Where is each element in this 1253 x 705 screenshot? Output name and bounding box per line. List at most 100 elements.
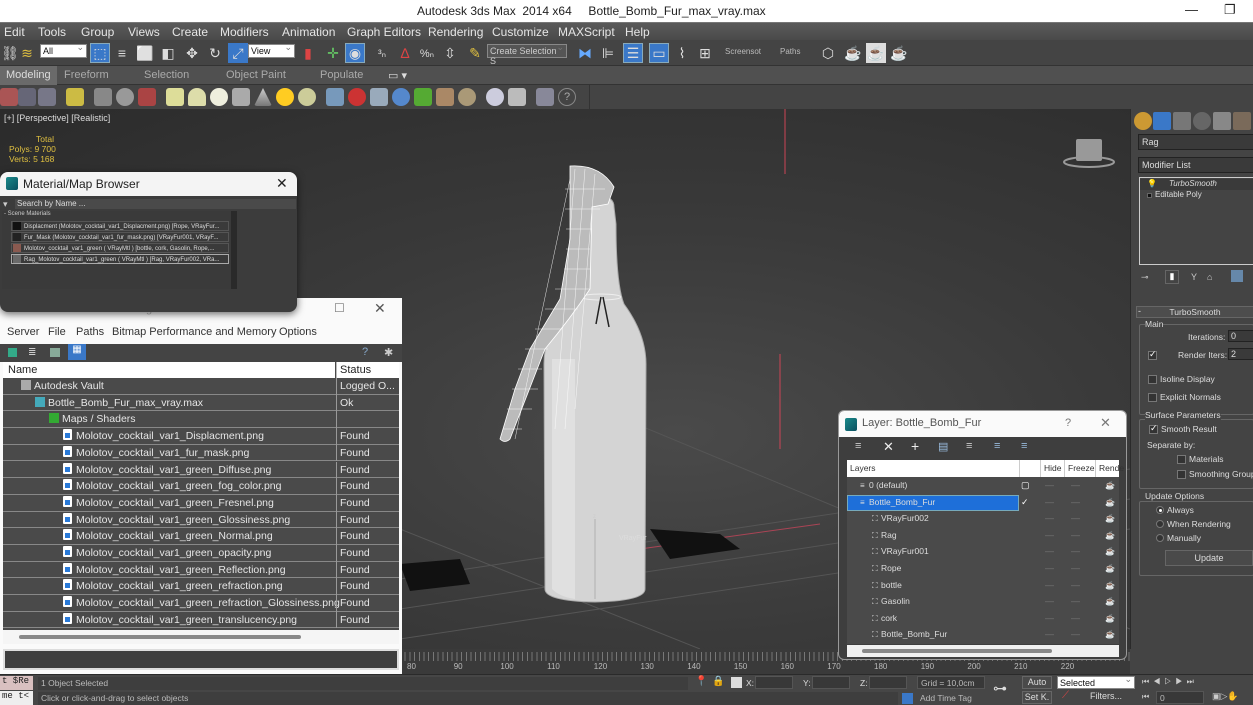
menu-paths[interactable]: Paths bbox=[76, 326, 104, 338]
object-name-field[interactable]: Rag bbox=[1138, 134, 1253, 150]
ornatrix-icon[interactable] bbox=[458, 88, 476, 106]
asset-row[interactable]: Molotov_cocktail_var1_green_Diffuse.png F… bbox=[3, 461, 399, 479]
pivot-icon[interactable]: ▮ bbox=[298, 43, 318, 63]
absolute-mode-icon[interactable] bbox=[731, 677, 742, 688]
camera-icon[interactable] bbox=[94, 88, 112, 106]
iterations-input[interactable]: 0 bbox=[1228, 330, 1253, 342]
renderable-icon[interactable]: ☕ bbox=[1105, 528, 1115, 543]
set-key-button[interactable]: Set K. bbox=[1022, 691, 1052, 704]
curve-editor-icon[interactable]: ⌇ bbox=[672, 43, 692, 63]
radio-always[interactable] bbox=[1156, 506, 1164, 514]
layer-manager-icon[interactable]: ☰ bbox=[623, 43, 643, 63]
grass-icon[interactable] bbox=[414, 88, 432, 106]
layer-row[interactable]: ⛶ Rope — — ☕ bbox=[847, 561, 1119, 578]
highlight-layer-icon[interactable]: ≡ bbox=[966, 440, 972, 452]
isoline-display-checkbox[interactable] bbox=[1148, 375, 1157, 384]
add-time-tag[interactable]: Add Time Tag bbox=[917, 692, 985, 705]
table-icon[interactable] bbox=[508, 88, 526, 106]
column-freeze[interactable]: Freeze bbox=[1064, 460, 1094, 477]
sphere-env-icon[interactable] bbox=[116, 88, 134, 106]
material-item[interactable]: Displacment (Molotov_cocktail_var1_Displ… bbox=[11, 221, 229, 231]
vray-sphere-icon[interactable] bbox=[392, 88, 410, 106]
render-setup-icon[interactable]: ☕ bbox=[843, 43, 863, 63]
hide-toggle[interactable]: — bbox=[1045, 528, 1054, 543]
dome-icon[interactable] bbox=[188, 88, 206, 106]
scrollbar-thumb[interactable] bbox=[19, 635, 301, 639]
freeze-toggle[interactable]: — bbox=[1071, 594, 1080, 609]
asset-row[interactable]: Molotov_cocktail_var1_green_refraction.p… bbox=[3, 578, 399, 596]
hide-toggle[interactable]: — bbox=[1045, 544, 1054, 559]
menu-file[interactable]: File bbox=[48, 326, 66, 338]
freeze-toggle[interactable]: — bbox=[1071, 578, 1080, 593]
layer-row[interactable]: ⛶ Bottle_Bomb_Fur — — ☕ bbox=[847, 627, 1119, 644]
motion-tab-icon[interactable] bbox=[1193, 112, 1211, 130]
asset-row[interactable]: Molotov_cocktail_var1_green_Normal.png Fo… bbox=[3, 528, 399, 545]
grid-icon[interactable] bbox=[38, 88, 56, 106]
tab-selection[interactable]: Selection bbox=[144, 69, 189, 81]
menu-views[interactable]: Views bbox=[128, 25, 160, 39]
named-selection-dropdown[interactable]: Create Selection S bbox=[487, 42, 567, 66]
layer-row[interactable]: ≡ 0 (default) ▢ — — ☕ bbox=[847, 478, 1119, 495]
collapse-icon[interactable]: - bbox=[1138, 306, 1141, 316]
hide-all-icon[interactable]: ≡ bbox=[994, 440, 1000, 452]
freeze-all-icon[interactable]: ≡ bbox=[1021, 440, 1027, 452]
hierarchy-tab-icon[interactable] bbox=[1173, 112, 1191, 130]
hair-icon[interactable] bbox=[436, 88, 454, 106]
render-preset-icon[interactable] bbox=[138, 88, 156, 106]
delete-layer-icon[interactable]: ✕ bbox=[883, 439, 894, 455]
stack-item-editable-poly[interactable]: Editable Poly bbox=[1140, 190, 1253, 201]
freeze-toggle[interactable]: — bbox=[1071, 528, 1080, 543]
hide-toggle[interactable]: — bbox=[1045, 511, 1054, 526]
turbosmooth-rollout-title[interactable]: TurboSmooth bbox=[1136, 306, 1253, 318]
menu-graph-editors[interactable]: Graph Editors bbox=[347, 25, 421, 39]
proxy-icon[interactable] bbox=[370, 88, 388, 106]
materials-checkbox[interactable] bbox=[1177, 455, 1186, 464]
render-iters-checkbox[interactable] bbox=[1148, 349, 1157, 360]
cone-icon[interactable] bbox=[254, 88, 272, 106]
hide-toggle[interactable]: — bbox=[1045, 478, 1054, 493]
layer-row[interactable]: ⛶ bottle — — ☕ bbox=[847, 578, 1119, 595]
renderable-icon[interactable]: ☕ bbox=[1105, 495, 1115, 510]
asset-row[interactable]: Molotov_cocktail_var1_green_refraction_G… bbox=[3, 595, 399, 612]
create-layer-icon[interactable]: ≡ bbox=[855, 440, 861, 452]
freeze-toggle[interactable]: — bbox=[1071, 627, 1080, 642]
manipulate-icon[interactable]: ✛ bbox=[323, 43, 343, 63]
asset-row[interactable]: Molotov_cocktail_var1_green_Reflection.p… bbox=[3, 561, 399, 579]
help-icon[interactable]: ? bbox=[362, 346, 368, 358]
selection-lock-icon[interactable]: 🔒 bbox=[712, 676, 724, 687]
plane-icon[interactable] bbox=[166, 88, 184, 106]
x-coordinate-field[interactable] bbox=[755, 676, 793, 689]
tab-populate[interactable]: Populate bbox=[320, 69, 363, 81]
modifier-list-dropdown[interactable]: Modifier List bbox=[1138, 157, 1253, 173]
add-to-layer-icon[interactable]: + bbox=[911, 438, 919, 454]
freeze-toggle[interactable]: — bbox=[1071, 511, 1080, 526]
freeze-toggle[interactable]: — bbox=[1071, 478, 1080, 493]
asset-row[interactable]: Molotov_cocktail_var1_green_fog_color.pn… bbox=[3, 478, 399, 495]
maximize-button[interactable]: ☐ bbox=[334, 301, 345, 315]
render-production-icon[interactable]: ☕ bbox=[889, 43, 909, 63]
render-icon[interactable] bbox=[0, 88, 18, 106]
material-editor-icon[interactable]: ⬡ bbox=[818, 43, 838, 63]
help-button[interactable]: ? bbox=[1065, 417, 1071, 429]
snap-3d-icon[interactable]: ³ₙ bbox=[372, 43, 392, 63]
layer-row[interactable]: ⛶ Gasolin — — ☕ bbox=[847, 594, 1119, 611]
minimize-button[interactable]: — bbox=[1185, 2, 1198, 17]
renderable-icon[interactable]: ☕ bbox=[1105, 611, 1115, 626]
list-icon[interactable] bbox=[18, 88, 36, 106]
material-item[interactable]: Rag_Molotov_cocktail_var1_green ( VRayMt… bbox=[11, 254, 229, 264]
tab-modeling[interactable]: Modeling bbox=[0, 66, 57, 85]
detail-view-icon[interactable] bbox=[50, 348, 60, 357]
remove-modifier-icon[interactable]: ⌂ bbox=[1207, 272, 1212, 282]
column-layers[interactable]: Layers bbox=[850, 460, 876, 477]
menu-modifiers[interactable]: Modifiers bbox=[220, 25, 269, 39]
rendered-frame-icon[interactable]: ☕ bbox=[866, 43, 886, 63]
menu-edit[interactable]: Edit bbox=[4, 25, 25, 39]
settings-icon[interactable]: ✱ bbox=[384, 346, 393, 359]
menu-options[interactable]: Options bbox=[279, 326, 317, 338]
layer-row[interactable]: ⛶ cork — — ☕ bbox=[847, 611, 1119, 628]
active-layer-check-icon[interactable]: ✓ bbox=[1021, 495, 1029, 510]
layer-row[interactable]: ≡ Bottle_Bomb_Fur ✓ — — ☕ bbox=[847, 494, 1119, 512]
utilities-tab-icon[interactable] bbox=[1233, 112, 1251, 130]
rotate-icon[interactable]: ↻ bbox=[205, 43, 225, 63]
filters-button[interactable]: Filters... bbox=[1077, 691, 1135, 704]
